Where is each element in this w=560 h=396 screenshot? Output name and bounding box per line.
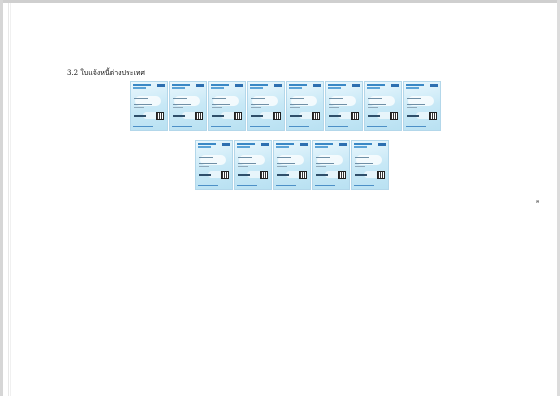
invoice-card-image	[130, 81, 168, 131]
page-margin-guide-secondary	[10, 3, 11, 396]
card-row-1	[130, 81, 441, 131]
invoice-card-image	[325, 81, 363, 131]
qr-code-icon	[312, 112, 320, 120]
invoice-card-image	[312, 140, 350, 190]
invoice-card-image	[234, 140, 272, 190]
page-margin-guide	[8, 3, 9, 396]
qr-code-icon	[377, 171, 385, 179]
invoice-card-image	[364, 81, 402, 131]
qr-code-icon	[195, 112, 203, 120]
invoice-card-image	[247, 81, 285, 131]
qr-code-icon	[390, 112, 398, 120]
qr-code-icon	[234, 112, 242, 120]
section-heading: 3.2 ใบแจ้งหนี้ต่างประเทศ	[67, 69, 145, 77]
invoice-card-image	[351, 140, 389, 190]
stray-text-mark: ค	[536, 199, 540, 205]
invoice-card-image	[286, 81, 324, 131]
invoice-card-image	[403, 81, 441, 131]
qr-code-icon	[299, 171, 307, 179]
invoice-card-image	[273, 140, 311, 190]
qr-code-icon	[156, 112, 164, 120]
invoice-card-image	[195, 140, 233, 190]
qr-code-icon	[338, 171, 346, 179]
qr-code-icon	[429, 112, 437, 120]
qr-code-icon	[273, 112, 281, 120]
qr-code-icon	[351, 112, 359, 120]
qr-code-icon	[221, 171, 229, 179]
page-frame-left	[0, 0, 3, 396]
card-row-2	[195, 140, 389, 190]
qr-code-icon	[260, 171, 268, 179]
invoice-card-image	[208, 81, 246, 131]
invoice-card-image	[169, 81, 207, 131]
page-frame-top	[0, 0, 560, 3]
